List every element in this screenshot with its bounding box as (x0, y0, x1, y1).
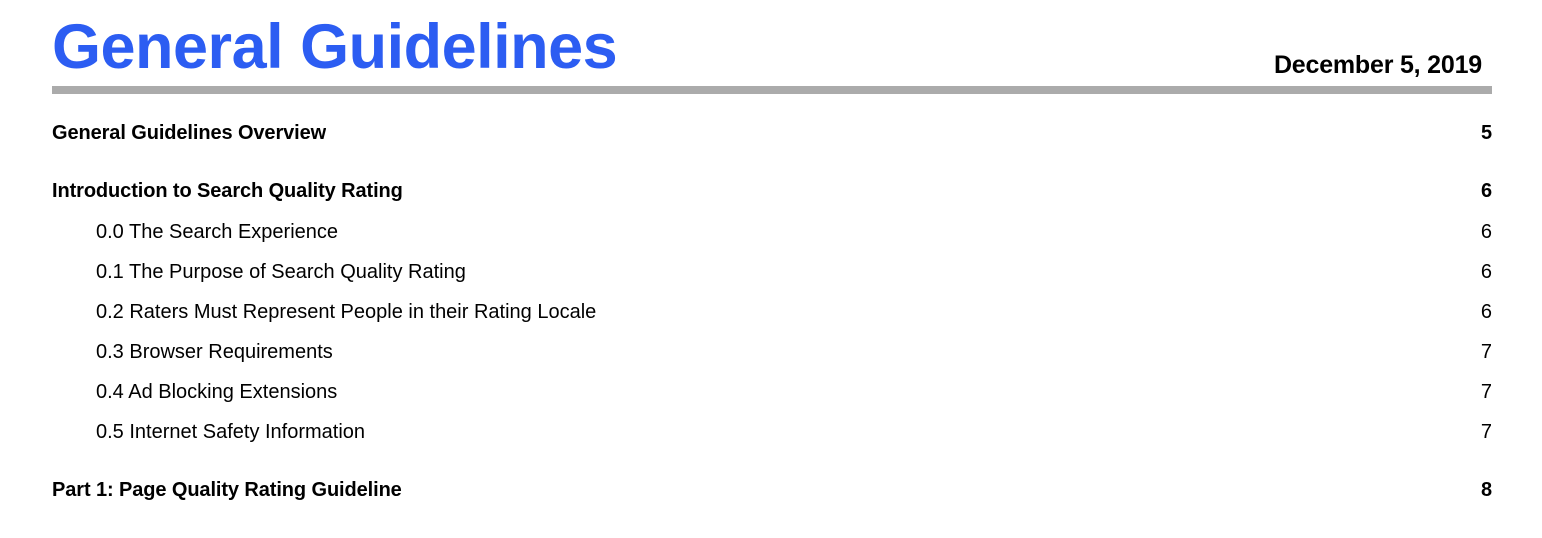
toc-entry[interactable]: 0.4 Ad Blocking Extensions 7 (52, 377, 1492, 407)
toc-entry[interactable]: 0.1 The Purpose of Search Quality Rating… (52, 257, 1492, 287)
toc-entry-page-number: 6 (1480, 301, 1492, 323)
toc-entry-label: Introduction to Search Quality Rating (52, 180, 403, 202)
toc-entry[interactable]: Introduction to Search Quality Rating 6 (52, 176, 1492, 206)
document-page: General Guidelines December 5, 2019 Gene… (0, 0, 1542, 538)
toc-entry-page-number: 7 (1480, 341, 1492, 363)
toc-entry[interactable]: 0.3 Browser Requirements 7 (52, 337, 1492, 367)
toc-entry-page-number: 5 (1480, 122, 1492, 144)
toc-entry-label: 0.1 The Purpose of Search Quality Rating (96, 261, 466, 283)
toc-entry-page-number: 6 (1480, 261, 1492, 283)
page-title: General Guidelines (52, 12, 618, 82)
document-date: December 5, 2019 (1273, 51, 1482, 79)
toc-entry-label: 0.0 The Search Experience (96, 221, 339, 243)
toc-entry-label: 0.4 Ad Blocking Extensions (96, 381, 338, 403)
toc-entry[interactable]: Part 1: Page Quality Rating Guideline 8 (52, 475, 1492, 505)
toc-entry-label: General Guidelines Overview (52, 122, 327, 144)
toc-entry-page-number: 6 (1480, 221, 1492, 243)
toc-entry-label: Part 1: Page Quality Rating Guideline (52, 479, 402, 501)
table-of-contents: General Guidelines Overview 5 Introduction… (52, 118, 1492, 505)
toc-entry-page-number: 7 (1480, 381, 1492, 403)
toc-entry[interactable]: 0.0 The Search Experience 6 (52, 217, 1492, 247)
toc-entry-page-number: 8 (1480, 479, 1492, 501)
header-divider (52, 86, 1492, 94)
toc-entry-page-number: 7 (1480, 421, 1492, 443)
toc-entry[interactable]: 0.2 Raters Must Represent People in thei… (52, 297, 1492, 327)
toc-entry-label: 0.3 Browser Requirements (96, 341, 333, 363)
document-header: General Guidelines December 5, 2019 (52, 8, 1492, 96)
toc-entry-label: 0.2 Raters Must Represent People in thei… (96, 301, 597, 323)
toc-entry-page-number: 6 (1480, 180, 1492, 202)
toc-entry[interactable]: 0.5 Internet Safety Information 7 (52, 417, 1492, 447)
toc-entry-label: 0.5 Internet Safety Information (96, 421, 366, 443)
toc-entry[interactable]: General Guidelines Overview 5 (52, 118, 1492, 148)
